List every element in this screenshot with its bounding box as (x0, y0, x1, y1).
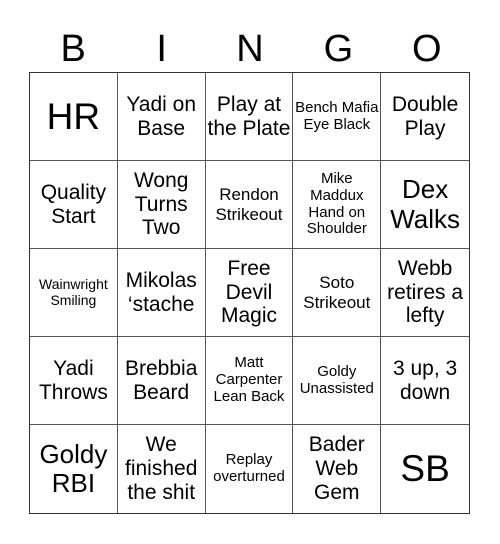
bingo-cell[interactable]: Wong Turns Two (117, 161, 206, 249)
bingo-cell[interactable]: Mike Maddux Hand on Shoulder (293, 161, 382, 249)
bingo-cell[interactable]: Replay overturned (206, 425, 294, 513)
cell-label: Quality Start (40, 180, 107, 228)
bingo-cell[interactable]: Goldy RBI (30, 425, 118, 513)
bingo-cell[interactable]: Mikolas ‘stache (117, 249, 206, 337)
header-letter-n: N (236, 28, 264, 70)
cell-label: Free Devil Magic (220, 256, 277, 328)
cell-label: Brebbia Beard (125, 356, 198, 404)
cell-label: Wainwright Smiling (39, 275, 108, 308)
cell-label: Bader Web Gem (308, 433, 365, 504)
bingo-cell[interactable]: Quality Start (30, 161, 118, 249)
bingo-cell[interactable]: Free Devil Magic (205, 249, 294, 337)
cell-label: Wong Turns Two (133, 168, 189, 240)
cell-label: We finished the shit (125, 433, 198, 504)
cell-label: Rendon Strikeout (215, 185, 283, 224)
cell-label: SB (400, 448, 450, 490)
bingo-cell[interactable]: 3 up, 3 down (381, 337, 469, 425)
bingo-grid: HR Yadi on Base Play at the Plate Bench … (29, 72, 470, 514)
header-letter-g: G (323, 28, 354, 70)
header-letter-b: B (60, 28, 86, 70)
cell-label: Double Play (391, 92, 459, 140)
bingo-cell[interactable]: HR (30, 73, 118, 161)
cell-label: Yadi Throws (38, 356, 108, 404)
bingo-cell[interactable]: Dex Walks (381, 161, 469, 249)
cell-label: HR (46, 95, 101, 137)
header-letter-o: O (412, 28, 442, 70)
bingo-cell[interactable]: Webb retires a lefty (381, 249, 469, 337)
bingo-cell[interactable]: Bader Web Gem (293, 425, 382, 513)
cell-label: Soto Strikeout (303, 273, 371, 312)
cell-label: Goldy RBI (39, 438, 108, 498)
bingo-cell[interactable]: SB (381, 425, 469, 513)
header-letter-i: I (156, 28, 167, 70)
cell-label: Yadi on Base (126, 92, 197, 140)
bingo-cell[interactable]: Matt Carpenter Lean Back (205, 337, 294, 425)
cell-label: Play at the Plate (207, 92, 291, 140)
bingo-cell[interactable]: Double Play (381, 73, 469, 161)
cell-label: Bench Mafia Eye Black (295, 98, 379, 133)
bingo-cell[interactable]: Rendon Strikeout (205, 161, 294, 249)
bingo-header: B I N G O (29, 26, 471, 72)
bingo-cell[interactable]: Yadi on Base (117, 73, 206, 161)
bingo-cell[interactable]: Brebbia Beard (117, 337, 206, 425)
cell-label: Mikolas ‘stache (125, 268, 197, 316)
bingo-cell[interactable]: Bench Mafia Eye Black (293, 73, 382, 161)
cell-label: Mike Maddux Hand on Shoulder (306, 169, 367, 238)
cell-label: Webb retires a lefty (387, 256, 464, 328)
cell-label: Dex Walks (390, 174, 460, 234)
bingo-cell[interactable]: Play at the Plate (205, 73, 294, 161)
bingo-cell[interactable]: Yadi Throws (30, 337, 118, 425)
cell-label: Replay overturned (213, 451, 285, 485)
cell-label: 3 up, 3 down (392, 356, 458, 404)
bingo-cell[interactable]: Goldy Unassisted (293, 337, 382, 425)
bingo-cell[interactable]: We finished the shit (118, 425, 206, 513)
cell-label: Matt Carpenter Lean Back (213, 354, 285, 405)
bingo-cell[interactable]: Soto Strikeout (293, 249, 382, 337)
bingo-cell[interactable]: Wainwright Smiling (30, 249, 118, 337)
cell-label: Goldy Unassisted (299, 362, 374, 397)
